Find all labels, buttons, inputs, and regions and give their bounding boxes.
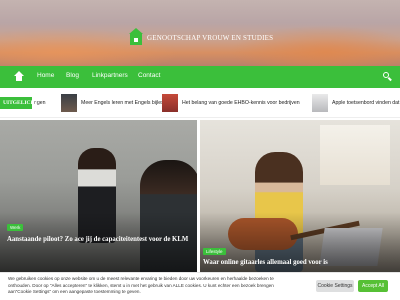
ticker-label: UITGELICHT <box>0 97 38 109</box>
logo-icon <box>129 28 144 46</box>
nav-blog[interactable]: Blog <box>66 72 79 79</box>
ticker-item[interactable]: Meer Engels leren met Engels bijles <box>61 94 164 112</box>
post-title[interactable]: Aanstaande piloot? Zo ace jij de capacit… <box>7 236 188 243</box>
featured-ticker: UITGELICHT ngen Meer Engels leren met En… <box>0 88 400 118</box>
search-icon[interactable] <box>383 72 392 81</box>
home-icon[interactable] <box>14 71 24 82</box>
site-brand[interactable]: GENOOTSCHAP VROUW EN STUDIES <box>129 28 273 47</box>
site-name[interactable]: GENOOTSCHAP VROUW EN STUDIES <box>147 34 273 42</box>
cookie-banner: We gebruiken cookies op onze website om … <box>0 272 400 300</box>
category-badge[interactable]: Werk <box>7 224 24 231</box>
ticker-thumbnail[interactable] <box>61 94 77 112</box>
accept-all-button[interactable]: Accept All <box>358 280 388 292</box>
nav-contact[interactable]: Contact <box>138 72 160 79</box>
ticker-thumbnail[interactable] <box>162 94 178 112</box>
post-card[interactable]: Lifestyle Waar online gitaarles allemaal… <box>200 120 400 272</box>
window-background <box>320 125 390 185</box>
category-badge[interactable]: Lifestyle <box>203 248 226 255</box>
post-card[interactable]: Werk Aanstaande piloot? Zo ace jij de ca… <box>0 120 197 272</box>
ticker-item-title[interactable]: Meer Engels leren met Engels bijles <box>81 100 164 106</box>
main-nav: Home Blog Linkpartners Contact <box>0 66 400 88</box>
ticker-thumbnail[interactable] <box>312 94 328 112</box>
nav-home[interactable]: Home <box>37 72 54 79</box>
ticker-item[interactable]: Het belang van goede EHBO-kennis voor be… <box>162 94 300 112</box>
nav-linkpartners[interactable]: Linkpartners <box>92 72 128 79</box>
post-title[interactable]: Waar online gitaarles allemaal goed voor… <box>203 259 328 266</box>
site-header: GENOOTSCHAP VROUW EN STUDIES <box>0 0 400 66</box>
cookie-message: We gebruiken cookies op onze website om … <box>8 276 274 294</box>
cookie-settings-button[interactable]: Cookie Settings <box>316 280 354 292</box>
ticker-item-title[interactable]: Apple toetsenbord vinden dat <box>332 100 400 106</box>
ticker-item-title[interactable]: Het belang van goede EHBO-kennis voor be… <box>182 100 300 106</box>
ticker-item[interactable]: Apple toetsenbord vinden dat <box>312 94 400 112</box>
